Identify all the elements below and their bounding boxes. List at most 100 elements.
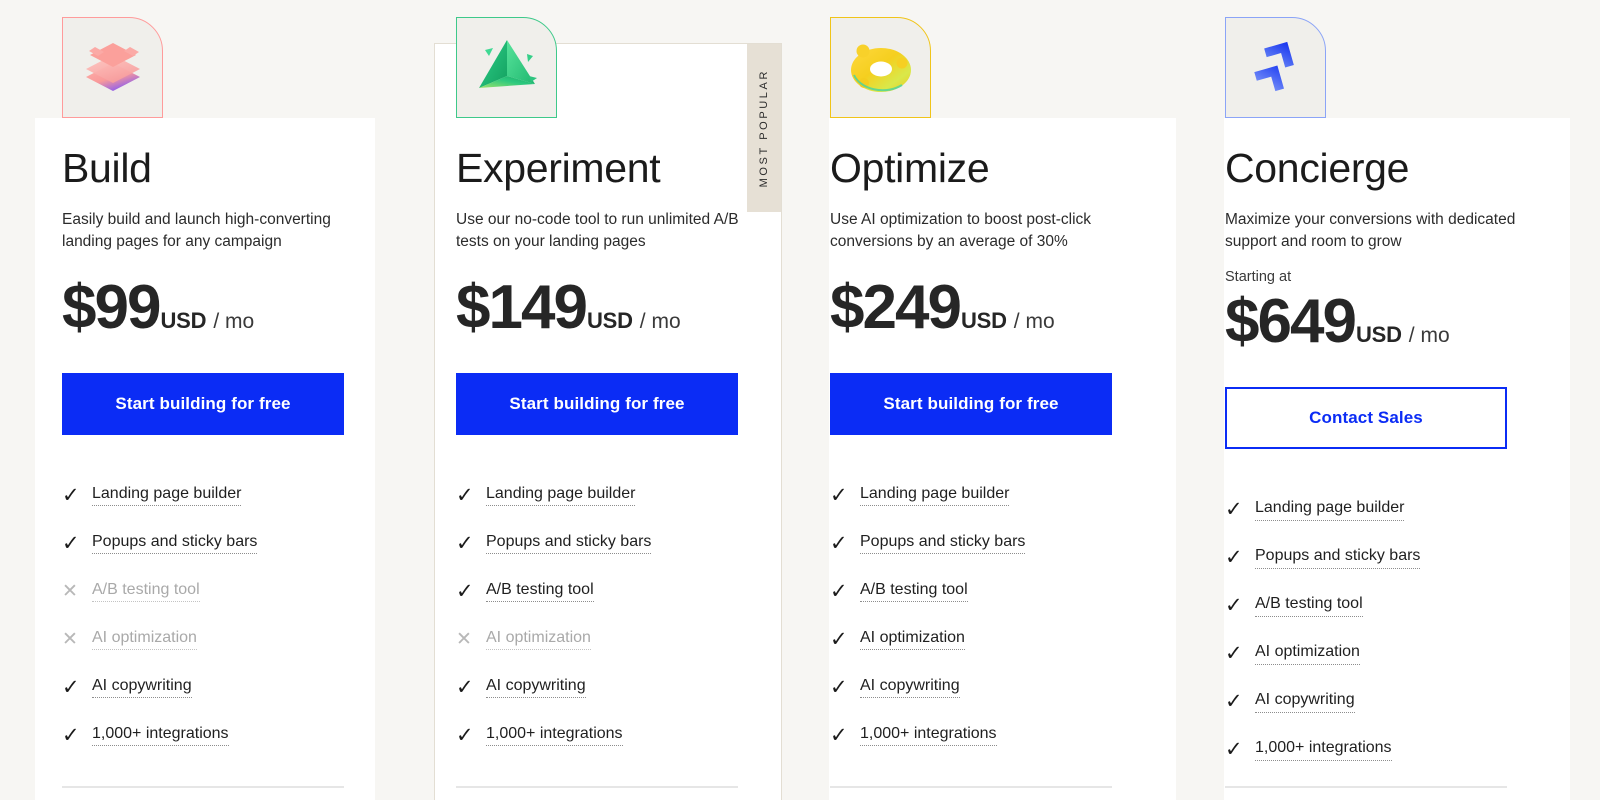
feature-item[interactable]: ✓ AI copywriting	[1225, 677, 1600, 725]
torus-icon	[844, 31, 918, 105]
feature-item[interactable]: ✓ AI optimization	[830, 615, 1202, 663]
check-icon: ✓	[830, 675, 848, 699]
feature-label[interactable]: AI copywriting	[92, 676, 192, 699]
plan-card-build: Build Easily build and launch high-conve…	[0, 0, 408, 800]
feature-label[interactable]: AI copywriting	[860, 676, 960, 699]
feature-item[interactable]: ✓ Popups and sticky bars	[62, 519, 408, 567]
check-icon: ✓	[1225, 689, 1243, 713]
check-icon: ✓	[62, 531, 80, 555]
feature-label[interactable]: AI copywriting	[486, 676, 586, 699]
feature-item[interactable]: ✓ Popups and sticky bars	[456, 519, 805, 567]
feature-item[interactable]: ✕ AI optimization	[456, 615, 805, 663]
feature-list: ✓ Landing page builder ✓ Popups and stic…	[456, 471, 805, 759]
feature-label[interactable]: Popups and sticky bars	[486, 532, 652, 555]
plan-price: $249 USD / mo	[830, 277, 1202, 339]
price-amount: $249	[830, 273, 962, 343]
check-icon: ✓	[830, 483, 848, 507]
check-icon: ✓	[830, 723, 848, 747]
feature-item[interactable]: ✓ Popups and sticky bars	[1225, 533, 1600, 581]
plan-icon-tile-concierge	[1225, 17, 1326, 118]
feature-item[interactable]: ✓ Landing page builder	[1225, 485, 1600, 533]
feature-label[interactable]: Landing page builder	[860, 484, 1010, 507]
arrows-icon	[1240, 32, 1312, 104]
price-currency: USD	[160, 308, 207, 334]
feature-label[interactable]: A/B testing tool	[486, 580, 594, 603]
feature-label[interactable]: 1,000+ integrations	[92, 724, 229, 747]
feature-list: ✓ Landing page builder ✓ Popups and stic…	[830, 471, 1202, 759]
feature-item[interactable]: ✓ A/B testing tool	[1225, 581, 1600, 629]
feature-item[interactable]: ✓ A/B testing tool	[456, 567, 805, 615]
check-icon: ✓	[1225, 593, 1243, 617]
cross-icon: ✕	[456, 628, 472, 650]
feature-label[interactable]: 1,000+ integrations	[486, 724, 623, 747]
most-popular-label: MOST POPULAR	[758, 68, 770, 188]
cta-button-build[interactable]: Start building for free	[62, 373, 344, 436]
price-period: / mo	[1408, 324, 1450, 348]
cta-button-optimize[interactable]: Start building for free	[830, 373, 1112, 436]
plan-name: Concierge	[1225, 145, 1410, 191]
feature-item[interactable]: ✓ 1,000+ integrations	[1225, 725, 1600, 773]
price-amount: $99	[62, 273, 161, 343]
check-icon: ✓	[456, 675, 474, 699]
check-icon: ✓	[1225, 497, 1243, 521]
feature-label[interactable]: Landing page builder	[1255, 498, 1405, 521]
feature-item[interactable]: ✓ Landing page builder	[62, 471, 408, 519]
feature-label[interactable]: A/B testing tool	[860, 580, 968, 603]
check-icon: ✓	[1225, 737, 1243, 761]
feature-item[interactable]: ✓ 1,000+ integrations	[830, 711, 1202, 759]
check-icon: ✓	[62, 723, 80, 747]
cross-icon: ✕	[62, 580, 78, 602]
feature-item[interactable]: ✕ AI optimization	[62, 615, 408, 663]
starting-at-label: Starting at	[1225, 269, 1292, 286]
price-amount: $649	[1225, 287, 1357, 357]
plan-description: Easily build and launch high-converting …	[62, 211, 331, 251]
feature-item[interactable]: ✓ AI optimization	[1225, 629, 1600, 677]
plan-icon-tile-build	[62, 17, 163, 118]
feature-label[interactable]: Popups and sticky bars	[1255, 546, 1421, 569]
plan-price: $99 USD / mo	[62, 277, 408, 339]
check-icon: ✓	[456, 579, 474, 603]
feature-label[interactable]: AI optimization	[486, 628, 591, 651]
feature-label[interactable]: A/B testing tool	[92, 580, 200, 603]
cta-button-experiment[interactable]: Start building for free	[456, 373, 738, 436]
feature-label[interactable]: AI optimization	[92, 628, 197, 651]
plan-name: Build	[62, 145, 152, 191]
pyramid-icon	[471, 32, 543, 104]
price-period: / mo	[639, 310, 681, 334]
feature-item[interactable]: ✓ Popups and sticky bars	[830, 519, 1202, 567]
check-icon: ✓	[62, 483, 80, 507]
feature-label[interactable]: Popups and sticky bars	[92, 532, 258, 555]
check-icon: ✓	[456, 531, 474, 555]
feature-item[interactable]: ✓ A/B testing tool	[830, 567, 1202, 615]
plan-card-optimize: Optimize Use AI optimization to boost po…	[805, 0, 1202, 800]
feature-label[interactable]: 1,000+ integrations	[1255, 738, 1392, 761]
cross-icon: ✕	[62, 628, 78, 650]
plan-icon-tile-optimize	[830, 17, 931, 118]
feature-item[interactable]: ✓ AI copywriting	[830, 663, 1202, 711]
plan-icon-tile-experiment	[456, 17, 557, 118]
feature-item[interactable]: ✕ A/B testing tool	[62, 567, 408, 615]
plan-card-experiment: MOST POPULAR Experiment Use our no-code …	[408, 0, 805, 800]
feature-label[interactable]: Landing page builder	[92, 484, 242, 507]
feature-list: ✓ Landing page builder ✓ Popups and stic…	[1225, 485, 1600, 773]
feature-label[interactable]: AI optimization	[1255, 642, 1360, 665]
plan-description: Use our no-code tool to run unlimited A/…	[456, 211, 739, 251]
feature-label[interactable]: Popups and sticky bars	[860, 532, 1026, 555]
feature-item[interactable]: ✓ Landing page builder	[830, 471, 1202, 519]
check-icon: ✓	[830, 579, 848, 603]
feature-label[interactable]: AI optimization	[860, 628, 965, 651]
plan-name: Optimize	[830, 145, 990, 191]
feature-item[interactable]: ✓ AI copywriting	[62, 663, 408, 711]
feature-item[interactable]: ✓ 1,000+ integrations	[456, 711, 805, 759]
feature-label[interactable]: Landing page builder	[486, 484, 636, 507]
feature-item[interactable]: ✓ Landing page builder	[456, 471, 805, 519]
check-icon: ✓	[456, 483, 474, 507]
feature-item[interactable]: ✓ 1,000+ integrations	[62, 711, 408, 759]
price-amount: $149	[456, 273, 588, 343]
most-popular-badge: MOST POPULAR	[747, 44, 781, 212]
feature-label[interactable]: A/B testing tool	[1255, 594, 1363, 617]
feature-label[interactable]: 1,000+ integrations	[860, 724, 997, 747]
feature-label[interactable]: AI copywriting	[1255, 690, 1355, 713]
feature-item[interactable]: ✓ AI copywriting	[456, 663, 805, 711]
cta-button-concierge[interactable]: Contact Sales	[1225, 387, 1507, 450]
